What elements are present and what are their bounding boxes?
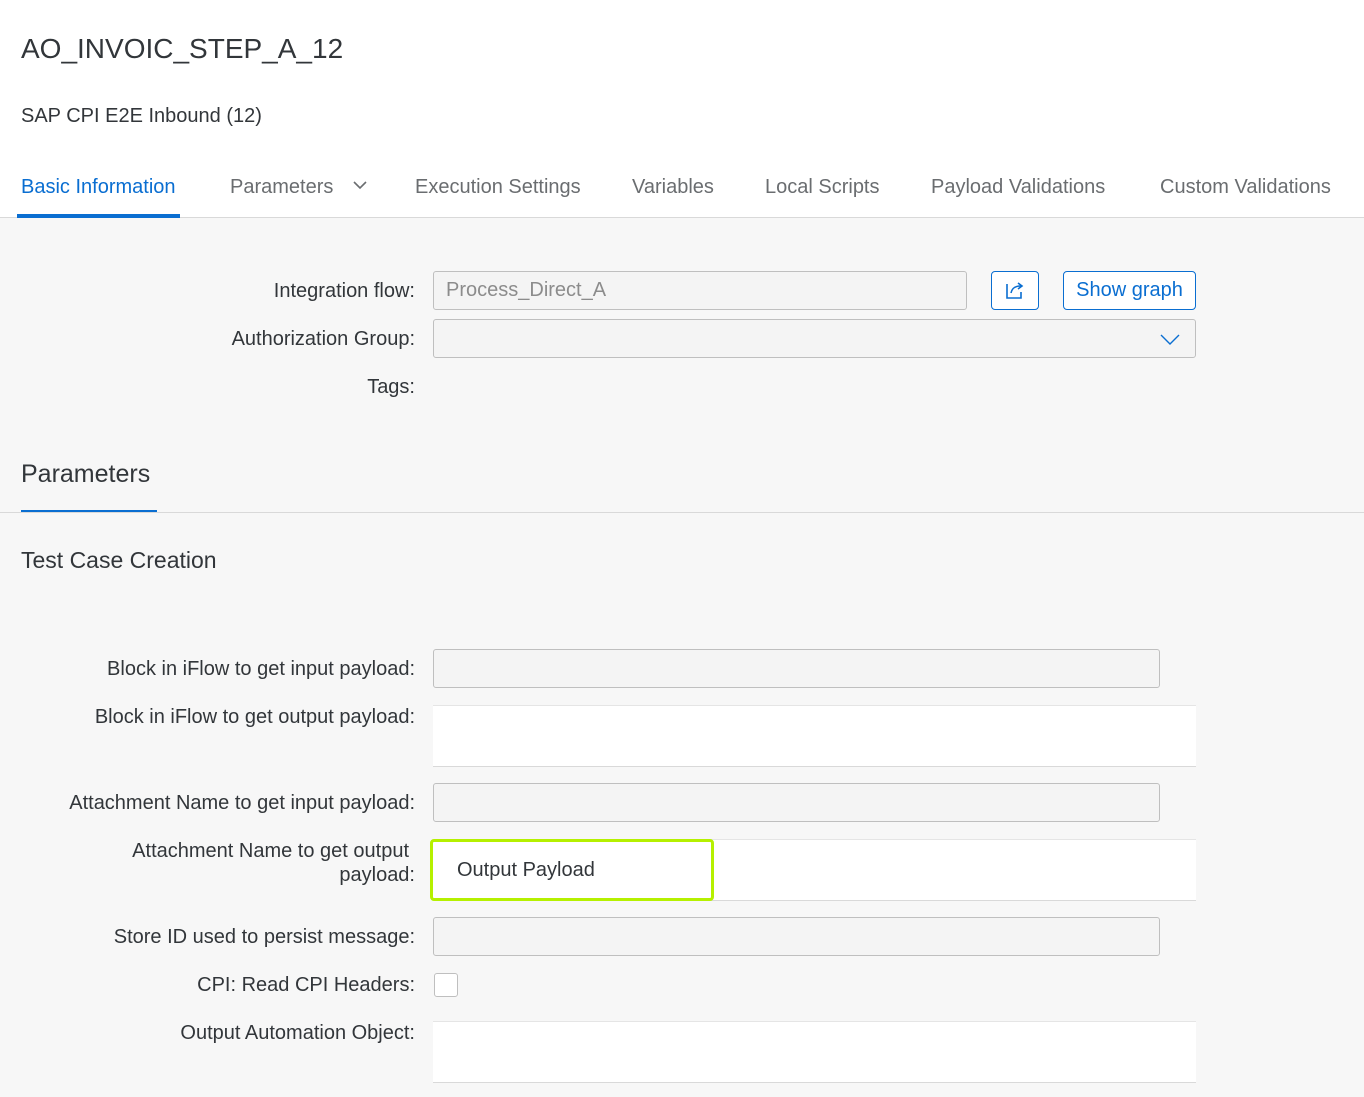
read-headers-checkbox[interactable]: [434, 973, 458, 997]
section-underline: [21, 510, 157, 512]
attachment-output-label-line2: payload:: [339, 864, 415, 886]
block-input-label: Block in iFlow to get input payload:: [107, 658, 415, 680]
block-output-field[interactable]: [433, 705, 1196, 767]
attachment-input-label: Attachment Name to get input payload:: [69, 792, 415, 814]
page-header: AO_INVOIC_STEP_A_12 SAP CPI E2E Inbound …: [0, 0, 1364, 218]
tab-local-scripts[interactable]: Local Scripts: [765, 170, 880, 218]
show-graph-button[interactable]: Show graph: [1063, 271, 1196, 310]
attachment-output-label: Attachment Name to get output payload:: [20, 839, 415, 887]
authorization-group-label: Authorization Group:: [231, 328, 415, 350]
page-title: AO_INVOIC_STEP_A_12: [21, 33, 344, 64]
integration-flow-label: Integration flow:: [273, 280, 415, 302]
page-subtitle: SAP CPI E2E Inbound (12): [21, 105, 262, 127]
test-case-creation-title: Test Case Creation: [21, 547, 217, 573]
store-id-label: Store ID used to persist message:: [113, 926, 415, 948]
parameters-section-title: Parameters: [21, 460, 151, 488]
tab-custom-validations[interactable]: Custom Validations: [1160, 170, 1331, 218]
tab-parameters[interactable]: Parameters: [230, 170, 367, 218]
tab-label: Basic Information: [21, 176, 176, 198]
external-link-icon: [1006, 282, 1024, 299]
attachment-input-field[interactable]: [433, 783, 1160, 822]
attachment-output-label-line1: Attachment Name to get output: [132, 840, 409, 862]
block-input-field[interactable]: [433, 649, 1160, 688]
tab-bar: Basic Information Parameters Execution S…: [0, 170, 1364, 218]
tab-label: Execution Settings: [415, 176, 581, 198]
authorization-group-select[interactable]: [433, 319, 1196, 358]
tab-label: Payload Validations: [931, 176, 1106, 198]
open-iflow-button[interactable]: [991, 271, 1039, 310]
chevron-down-icon: [353, 181, 367, 189]
tab-execution-settings[interactable]: Execution Settings: [415, 170, 581, 218]
tab-label: Variables: [632, 176, 714, 198]
read-headers-label: CPI: Read CPI Headers:: [197, 974, 415, 996]
output-automation-field[interactable]: [433, 1021, 1196, 1083]
tab-label: Custom Validations: [1160, 176, 1331, 198]
tab-payload-validations[interactable]: Payload Validations: [931, 170, 1105, 218]
attachment-output-field[interactable]: Output Payload: [430, 839, 714, 901]
block-output-label: Block in iFlow to get output payload:: [94, 706, 415, 728]
tab-label: Parameters: [230, 176, 334, 198]
integration-flow-field[interactable]: Process_Direct_A: [433, 271, 967, 310]
tags-label: Tags:: [367, 376, 415, 398]
output-automation-label: Output Automation Object:: [180, 1022, 415, 1044]
tab-label: Local Scripts: [765, 176, 880, 198]
section-divider: [0, 512, 1364, 513]
tab-variables[interactable]: Variables: [632, 170, 714, 218]
tab-basic-information[interactable]: Basic Information: [17, 170, 180, 218]
store-id-field[interactable]: [433, 917, 1160, 956]
chevron-down-icon: [1160, 334, 1180, 345]
